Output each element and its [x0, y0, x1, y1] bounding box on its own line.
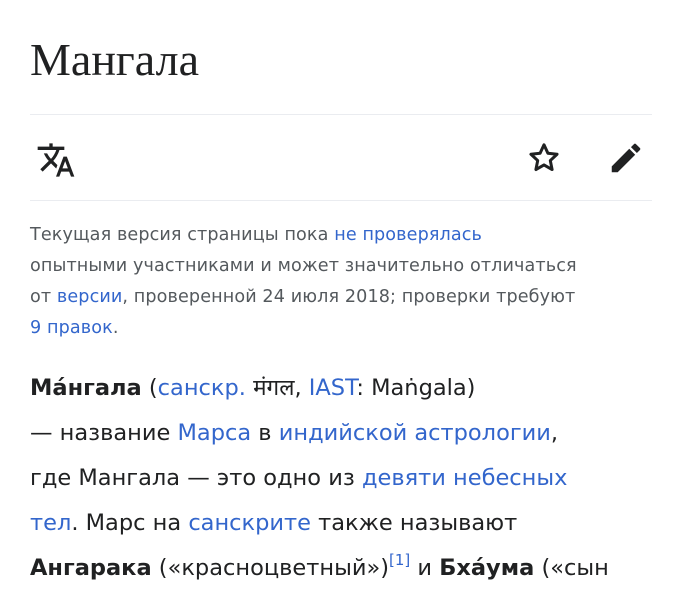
- bhauma-term: Бха́ума: [439, 555, 535, 581]
- article-text: ,: [550, 420, 559, 446]
- toolbar-divider: [30, 200, 652, 201]
- mars-link[interactable]: Марса: [178, 420, 252, 446]
- language-button[interactable]: [36, 140, 76, 180]
- title-divider: [30, 114, 652, 115]
- article-text: : Maṅgala): [356, 375, 476, 401]
- iast-link[interactable]: IAST: [309, 375, 357, 401]
- navagraha-link[interactable]: девяти небесных: [362, 465, 568, 491]
- reference-link[interactable]: [1]: [389, 551, 410, 569]
- revision-notice: Текущая версия страницы пока не проверял…: [30, 220, 652, 344]
- notice-line: 9 правок.: [30, 313, 652, 344]
- notice-line: опытными участниками и может значительно…: [30, 251, 652, 282]
- notice-line: от версии, проверенной 24 июля 2018; про…: [30, 282, 652, 313]
- notice-text: , проверенной 24 июля 2018; проверки тре…: [122, 287, 576, 307]
- article-term: Ма́нгала: [30, 375, 142, 401]
- article-line: где Мангала — это одно из девяти небесны…: [30, 456, 670, 501]
- pencil-icon: [611, 143, 641, 173]
- article-text: (: [141, 375, 158, 401]
- article-text: («сын: [534, 555, 609, 581]
- article-line: тел. Марс на санскрите также называют: [30, 501, 670, 546]
- notice-text: опытными участниками и может значительно…: [30, 256, 577, 276]
- article-text: также называют: [311, 510, 518, 536]
- notice-text: от: [30, 287, 57, 307]
- article-text: («красноцветный»): [151, 555, 390, 581]
- notice-text: .: [112, 318, 119, 338]
- sanskrit-link[interactable]: санскрите: [188, 510, 311, 536]
- angaraka-term: Ангарака: [30, 555, 152, 581]
- article-text: и: [410, 555, 440, 581]
- reviewed-version-link[interactable]: версии: [57, 287, 123, 307]
- article-line: Ма́нгала (санскр. मंगल, IAST: Maṅgala): [30, 366, 670, 411]
- article-text: в: [251, 420, 279, 446]
- indian-astrology-link[interactable]: индийской астрологии: [279, 420, 551, 446]
- edit-button[interactable]: [604, 138, 648, 178]
- article-text: — название: [30, 420, 178, 446]
- navagraha-link[interactable]: тел: [30, 510, 71, 536]
- article-body: Ма́нгала (санскр. मंगल, IAST: Maṅgala) —…: [30, 366, 670, 591]
- article-text: . Марс на: [71, 510, 189, 536]
- translate-icon: [37, 143, 75, 177]
- article-line: Ангарака («красноцветный»)[1] и Бха́ума …: [30, 546, 670, 591]
- devanagari-text: मंगल,: [245, 375, 309, 401]
- unreviewed-link[interactable]: не проверялась: [334, 225, 482, 245]
- pending-edits-link[interactable]: 9 правок: [30, 318, 113, 338]
- article-line: — название Марса в индийской астрологии,: [30, 411, 670, 456]
- notice-text: Текущая версия страницы пока: [30, 225, 335, 245]
- notice-line: Текущая версия страницы пока не проверял…: [30, 220, 652, 251]
- article-text: где Мангала — это одно из: [30, 465, 362, 491]
- watch-button[interactable]: [524, 138, 564, 178]
- star-icon: [529, 143, 559, 172]
- page-title: Мангала: [30, 34, 199, 85]
- sanskrit-abbr-link[interactable]: санскр.: [158, 375, 246, 401]
